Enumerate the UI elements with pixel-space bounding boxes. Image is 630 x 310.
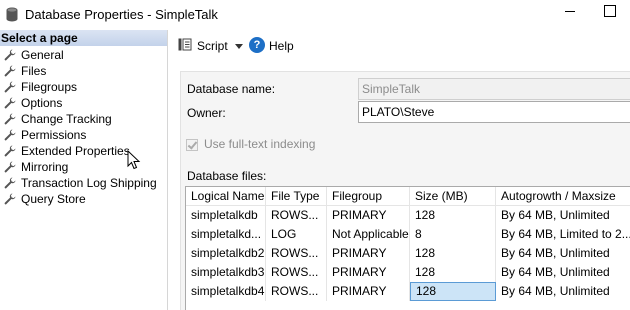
table-cell[interactable]: PRIMARY	[327, 282, 410, 301]
table-cell[interactable]: By 64 MB, Unlimited	[496, 244, 630, 263]
window-title: Database Properties - SimpleTalk	[25, 7, 218, 22]
table-cell[interactable]: 128	[410, 282, 496, 301]
wrench-icon	[4, 81, 16, 93]
sidebar-item-label: Query Store	[21, 192, 86, 206]
table-cell[interactable]: By 64 MB, Unlimited	[496, 206, 630, 225]
sidebar-item-label: Options	[21, 96, 63, 110]
select-page-heading: Select a page	[0, 30, 167, 46]
sidebar-item-label: Change Tracking	[21, 112, 112, 126]
title-bar: Database Properties - SimpleTalk	[0, 0, 630, 30]
table-cell[interactable]: By 64 MB, Unlimited	[496, 282, 630, 301]
table-cell[interactable]: 8	[410, 225, 496, 244]
table-cell[interactable]: PRIMARY	[327, 244, 410, 263]
minimize-button[interactable]	[560, 0, 582, 24]
script-icon[interactable]	[178, 38, 192, 51]
script-button[interactable]: Script	[197, 39, 228, 53]
sidebar-item-label: Transaction Log Shipping	[21, 176, 157, 190]
wrench-icon	[4, 161, 16, 173]
sidebar-item-files[interactable]: Files	[0, 63, 167, 79]
page-list: General Files Filegroups Options Change Trac…	[0, 46, 167, 207]
wrench-icon	[4, 65, 16, 77]
chevron-down-icon[interactable]	[235, 44, 243, 49]
table-row[interactable]: simpletalkdb2 ROWS... PRIMARY 128 By 64 MB, …	[186, 244, 630, 263]
table-cell[interactable]: ROWS...	[266, 263, 327, 282]
table-cell[interactable]: simpletalkdb2	[186, 244, 266, 263]
table-cell[interactable]: 128	[410, 206, 496, 225]
table-cell[interactable]: By 64 MB, Limited to 2...	[496, 225, 630, 244]
sidebar-item-extended-properties[interactable]: Extended Properties	[0, 143, 167, 159]
owner-field[interactable]: PLATO\Steve	[358, 101, 630, 123]
wrench-icon	[4, 49, 16, 61]
wrench-icon	[4, 129, 16, 141]
sidebar-item-label: Mirroring	[21, 160, 69, 174]
grid-header-row: Logical Name File Type Filegroup Size (MB) A…	[186, 187, 630, 206]
table-row[interactable]: simpletalkdb ROWS... PRIMARY 128 By 64 MB, U…	[186, 206, 630, 225]
sidebar-item-label: Files	[21, 64, 47, 78]
database-name-label: Database name:	[187, 82, 276, 96]
table-row[interactable]: simpletalkd... LOG Not Applicable 8 By 64 MB…	[186, 225, 630, 244]
sidebar-item-options[interactable]: Options	[0, 95, 167, 111]
table-cell[interactable]: ROWS...	[266, 206, 327, 225]
wrench-icon	[4, 193, 16, 205]
content-panel: Script ? Help Database name: SimpleTalk …	[169, 30, 630, 310]
help-button[interactable]: Help	[269, 39, 294, 53]
sidebar-item-label: Permissions	[21, 128, 87, 142]
sidebar-item-transaction-log-shipping[interactable]: Transaction Log Shipping	[0, 175, 167, 191]
toolbar: Script ? Help	[169, 30, 630, 61]
table-cell[interactable]: LOG	[266, 225, 327, 244]
table-cell[interactable]: Not Applicable	[327, 225, 410, 244]
help-icon[interactable]: ?	[249, 37, 265, 53]
grid-body: simpletalkdb ROWS... PRIMARY 128 By 64 MB, U…	[186, 206, 630, 301]
wrench-icon	[4, 97, 16, 109]
column-header[interactable]: Filegroup	[327, 187, 410, 205]
table-cell[interactable]: simpletalkdb3	[186, 263, 266, 282]
table-cell[interactable]: simpletalkd...	[186, 225, 266, 244]
table-cell[interactable]: 128	[410, 244, 496, 263]
database-icon	[6, 7, 18, 22]
sidebar-item-permissions[interactable]: Permissions	[0, 127, 167, 143]
sidebar-item-label: Filegroups	[21, 80, 78, 94]
table-row[interactable]: simpletalkdb4 ROWS... PRIMARY 128 By 64 MB, …	[186, 282, 630, 301]
table-row[interactable]: simpletalkdb3 ROWS... PRIMARY 128 By 64 MB, …	[186, 263, 630, 282]
table-cell[interactable]: PRIMARY	[327, 206, 410, 225]
wrench-icon	[4, 177, 16, 189]
table-cell[interactable]: simpletalkdb	[186, 206, 266, 225]
fulltext-label: Use full-text indexing	[204, 137, 316, 151]
wrench-icon	[4, 145, 16, 157]
maximize-button[interactable]	[604, 5, 616, 17]
table-cell[interactable]: By 64 MB, Unlimited	[496, 263, 630, 282]
page-selector: Select a page General Files Filegroups Opti…	[0, 30, 168, 310]
database-files-label: Database files:	[187, 169, 267, 183]
general-form: Database name: SimpleTalk Owner: PLATO\S…	[180, 71, 630, 310]
sidebar-item-label: Extended Properties	[21, 144, 130, 158]
column-header[interactable]: Size (MB)	[410, 187, 496, 205]
sidebar-item-change-tracking[interactable]: Change Tracking	[0, 111, 167, 127]
sidebar-item-mirroring[interactable]: Mirroring	[0, 159, 167, 175]
column-header[interactable]: Autogrowth / Maxsize	[496, 187, 630, 205]
owner-label: Owner:	[187, 106, 226, 120]
database-files-grid[interactable]: Logical Name File Type Filegroup Size (MB) A…	[185, 186, 630, 310]
table-cell[interactable]: ROWS...	[266, 244, 327, 263]
sidebar-item-query-store[interactable]: Query Store	[0, 191, 167, 207]
table-cell[interactable]: ROWS...	[266, 282, 327, 301]
database-name-field: SimpleTalk	[358, 78, 630, 100]
table-cell[interactable]: 128	[410, 263, 496, 282]
sidebar-item-general[interactable]: General	[0, 47, 167, 63]
fulltext-checkbox	[186, 139, 198, 151]
table-cell[interactable]: simpletalkdb4	[186, 282, 266, 301]
column-header[interactable]: File Type	[266, 187, 327, 205]
column-header[interactable]: Logical Name	[186, 187, 266, 205]
wrench-icon	[4, 113, 16, 125]
sidebar-item-filegroups[interactable]: Filegroups	[0, 79, 167, 95]
mouse-cursor-icon	[127, 150, 141, 170]
sidebar-item-label: General	[21, 48, 64, 62]
table-cell[interactable]: PRIMARY	[327, 263, 410, 282]
